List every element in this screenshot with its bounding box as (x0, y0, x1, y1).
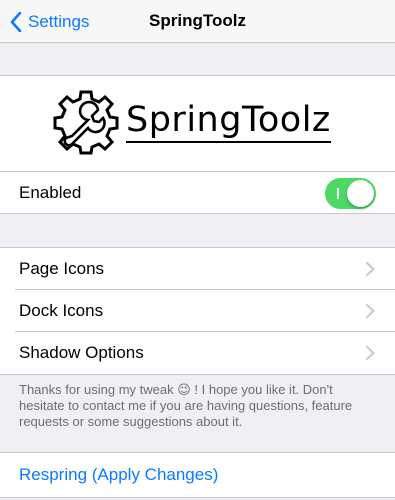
gear-wrench-icon (53, 90, 119, 155)
toggle-on-indicator (337, 188, 339, 199)
chevron-right-icon (366, 346, 375, 360)
toggle-knob (347, 180, 374, 207)
enabled-toggle[interactable] (325, 178, 376, 209)
chevron-right-icon (366, 304, 375, 318)
logo: SpringToolz (52, 88, 331, 156)
menu-item-dock-icons[interactable]: Dock Icons (0, 290, 395, 332)
header-group: SpringToolz Enabled (0, 75, 395, 214)
enabled-label: Enabled (19, 182, 82, 202)
enabled-row: Enabled (0, 171, 395, 213)
chevron-right-icon (366, 262, 375, 276)
menu-item-shadow-options[interactable]: Shadow Options (0, 332, 395, 374)
respring-button[interactable]: Respring (Apply Changes) (0, 453, 395, 497)
respring-group: Respring (Apply Changes) (0, 452, 395, 498)
page-title: SpringToolz (149, 11, 246, 30)
menu-item-page-icons[interactable]: Page Icons (0, 248, 395, 290)
navigation-bar: Settings SpringToolz (0, 0, 395, 43)
menu-item-label: Shadow Options (19, 343, 144, 362)
options-group: Page Icons Dock Icons Shadow Options (0, 247, 395, 375)
menu-item-label: Dock Icons (19, 301, 104, 320)
footer-note: Thanks for using my tweak 😉 ! I hope you… (19, 382, 353, 429)
logo-text: SpringToolz (126, 101, 331, 143)
menu-item-label: Page Icons (19, 259, 105, 278)
logo-banner: SpringToolz (0, 76, 395, 171)
